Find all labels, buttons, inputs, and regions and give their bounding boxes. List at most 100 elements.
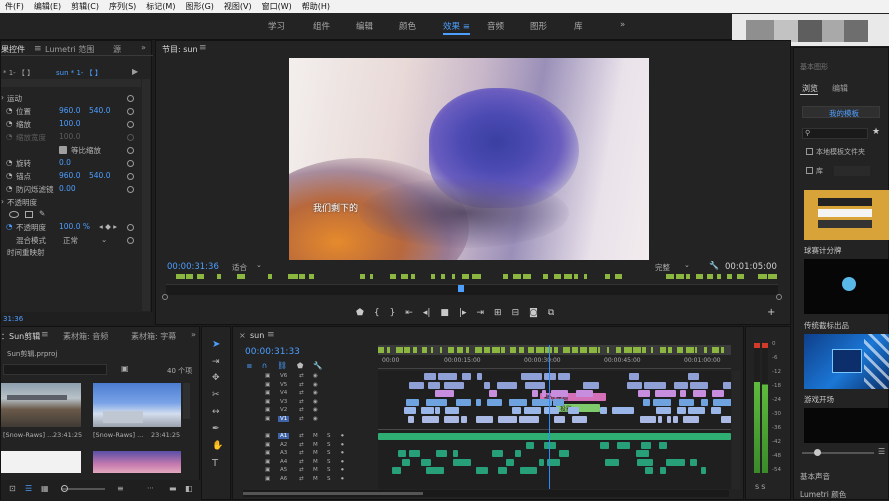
video-clip[interactable]: [672, 416, 679, 423]
track-sync-icon[interactable]: ⇄: [299, 390, 304, 396]
video-clip[interactable]: [553, 398, 564, 406]
tab-effect-controls[interactable]: 果控件: [1, 44, 25, 55]
tab-bin-subtitle[interactable]: 素材箱: 字幕: [131, 331, 176, 342]
track-label[interactable]: A6: [278, 476, 289, 482]
hscroll-thumb[interactable]: [243, 492, 423, 495]
eye-icon[interactable]: ◉: [313, 390, 318, 396]
menu-edit[interactable]: 编辑(E): [33, 1, 62, 12]
mark-out-icon[interactable]: }: [390, 308, 396, 318]
mute-button[interactable]: M: [313, 476, 318, 482]
video-clip[interactable]: [428, 381, 440, 389]
panel-menu-icon[interactable]: ≡: [267, 330, 275, 340]
step-forward-icon[interactable]: |▸: [459, 308, 467, 318]
list-view-icon[interactable]: ☰: [878, 447, 885, 456]
video-clip[interactable]: [486, 398, 503, 406]
audio-clip[interactable]: [599, 441, 609, 449]
video-clip[interactable]: [408, 381, 425, 389]
audio-clip[interactable]: [491, 450, 503, 458]
video-clip[interactable]: [483, 381, 491, 389]
reset-icon[interactable]: [127, 173, 134, 180]
linked-selection-icon[interactable]: ⛓: [277, 361, 287, 371]
workspace-graphics[interactable]: 图形: [530, 20, 547, 32]
video-clip[interactable]: [497, 381, 517, 389]
track-label[interactable]: A1: [278, 433, 290, 439]
track-sync-icon[interactable]: ⇄: [299, 399, 304, 405]
fit-dropdown[interactable]: 适合: [232, 262, 247, 273]
scale-value[interactable]: 100.0: [59, 119, 80, 128]
sequence-clip-label[interactable]: sun * 1- 【 】: [56, 68, 102, 78]
panel-lumetri-color[interactable]: Lumetri 颜色: [800, 489, 846, 500]
zoom-slider-handle[interactable]: [61, 485, 68, 492]
video-clip[interactable]: [475, 416, 494, 423]
uniform-scale-checkbox[interactable]: [59, 146, 67, 154]
video-clip[interactable]: [437, 373, 458, 380]
work-area-bar[interactable]: [378, 345, 731, 355]
play-arrow-icon[interactable]: ▶: [132, 67, 138, 76]
audio-clip[interactable]: [409, 450, 421, 458]
video-clip[interactable]: [701, 398, 709, 406]
reset-icon[interactable]: [127, 186, 134, 193]
audio-clip[interactable]: [690, 458, 698, 466]
mark-in-icon[interactable]: {: [374, 308, 380, 318]
track-sync-icon[interactable]: ⇄: [299, 433, 304, 439]
track-lock-icon[interactable]: ▣: [265, 382, 270, 388]
zoom-slider[interactable]: [61, 485, 105, 492]
video-clip[interactable]: [721, 416, 731, 423]
audio-clip[interactable]: [635, 450, 650, 458]
track-sync-icon[interactable]: ⇄: [299, 407, 304, 413]
add-button-icon[interactable]: +: [767, 307, 775, 318]
program-scrubber[interactable]: [166, 284, 778, 295]
stopwatch-icon[interactable]: ◔: [6, 171, 13, 180]
slider-handle[interactable]: [814, 449, 821, 456]
tab-lumetri-scopes[interactable]: Lumetri 范围: [45, 44, 94, 55]
audio-clip-long[interactable]: [378, 433, 731, 440]
tab-source[interactable]: 源: [113, 44, 121, 55]
playhead-marker[interactable]: [458, 285, 464, 292]
source-clip-dropdown[interactable]: * 1- 【 】: [3, 68, 34, 78]
eye-icon[interactable]: ◉: [313, 399, 318, 405]
ripple-edit-tool-icon[interactable]: ✥: [212, 373, 220, 383]
time-ruler[interactable]: 00:00 00:00:15:00 00:00:30:00 00:00:45:0…: [378, 355, 731, 369]
track-sync-icon[interactable]: ⇄: [299, 450, 304, 456]
reset-icon[interactable]: [127, 95, 134, 102]
video-clip[interactable]: [521, 373, 542, 380]
record-icon[interactable]: ⏺: [341, 442, 344, 449]
solo-button[interactable]: S: [327, 459, 331, 465]
new-bin-icon[interactable]: ▣: [121, 364, 129, 373]
video-clip[interactable]: [673, 381, 689, 389]
rotation-value[interactable]: 0.0: [59, 158, 71, 167]
quality-dropdown[interactable]: 完整: [655, 262, 670, 273]
workspace-assembly[interactable]: 组件: [313, 20, 330, 32]
video-clip[interactable]: [678, 398, 694, 406]
video-clip[interactable]: [519, 416, 540, 423]
slip-tool-icon[interactable]: ↔: [212, 407, 220, 417]
workspace-audio[interactable]: 音频: [487, 20, 504, 32]
scrollbar[interactable]: [142, 79, 150, 311]
menu-marker[interactable]: 标记(M): [145, 1, 176, 12]
keyframe-nav-icon[interactable]: ◂ ◆ ▸: [99, 222, 117, 231]
track-sync-icon[interactable]: ⇄: [299, 459, 304, 465]
track-sync-icon[interactable]: ⇄: [299, 373, 304, 379]
video-clip[interactable]: [434, 407, 441, 415]
track-lock-icon[interactable]: ▣: [265, 433, 270, 439]
video-clip[interactable]: [554, 416, 565, 423]
list-view-icon[interactable]: ☰: [25, 484, 32, 493]
track-lock-icon[interactable]: ▣: [265, 407, 270, 413]
eye-icon[interactable]: ◉: [313, 416, 318, 422]
video-clip[interactable]: [420, 407, 434, 415]
menu-sequence[interactable]: 序列(S): [108, 1, 137, 12]
track-select-tool-icon[interactable]: ⇥: [212, 357, 220, 367]
mute-button[interactable]: M: [313, 433, 318, 439]
step-back-icon[interactable]: ◂|: [423, 308, 431, 318]
audio-clip[interactable]: [604, 458, 620, 466]
opacity-section[interactable]: › 不透明度: [1, 197, 140, 209]
video-clip[interactable]: [638, 390, 651, 398]
track-lock-icon[interactable]: ▣: [265, 416, 270, 422]
panel-menu-icon[interactable]: ≡: [41, 330, 49, 340]
timeline-timecode[interactable]: 00:00:31:33: [245, 347, 300, 357]
video-clip[interactable]: [525, 381, 545, 389]
eye-icon[interactable]: ◉: [313, 407, 318, 413]
audio-clip[interactable]: [402, 458, 411, 466]
tab-bin-audio[interactable]: 素材箱: 音频: [63, 331, 108, 342]
audio-clip[interactable]: [420, 458, 432, 466]
